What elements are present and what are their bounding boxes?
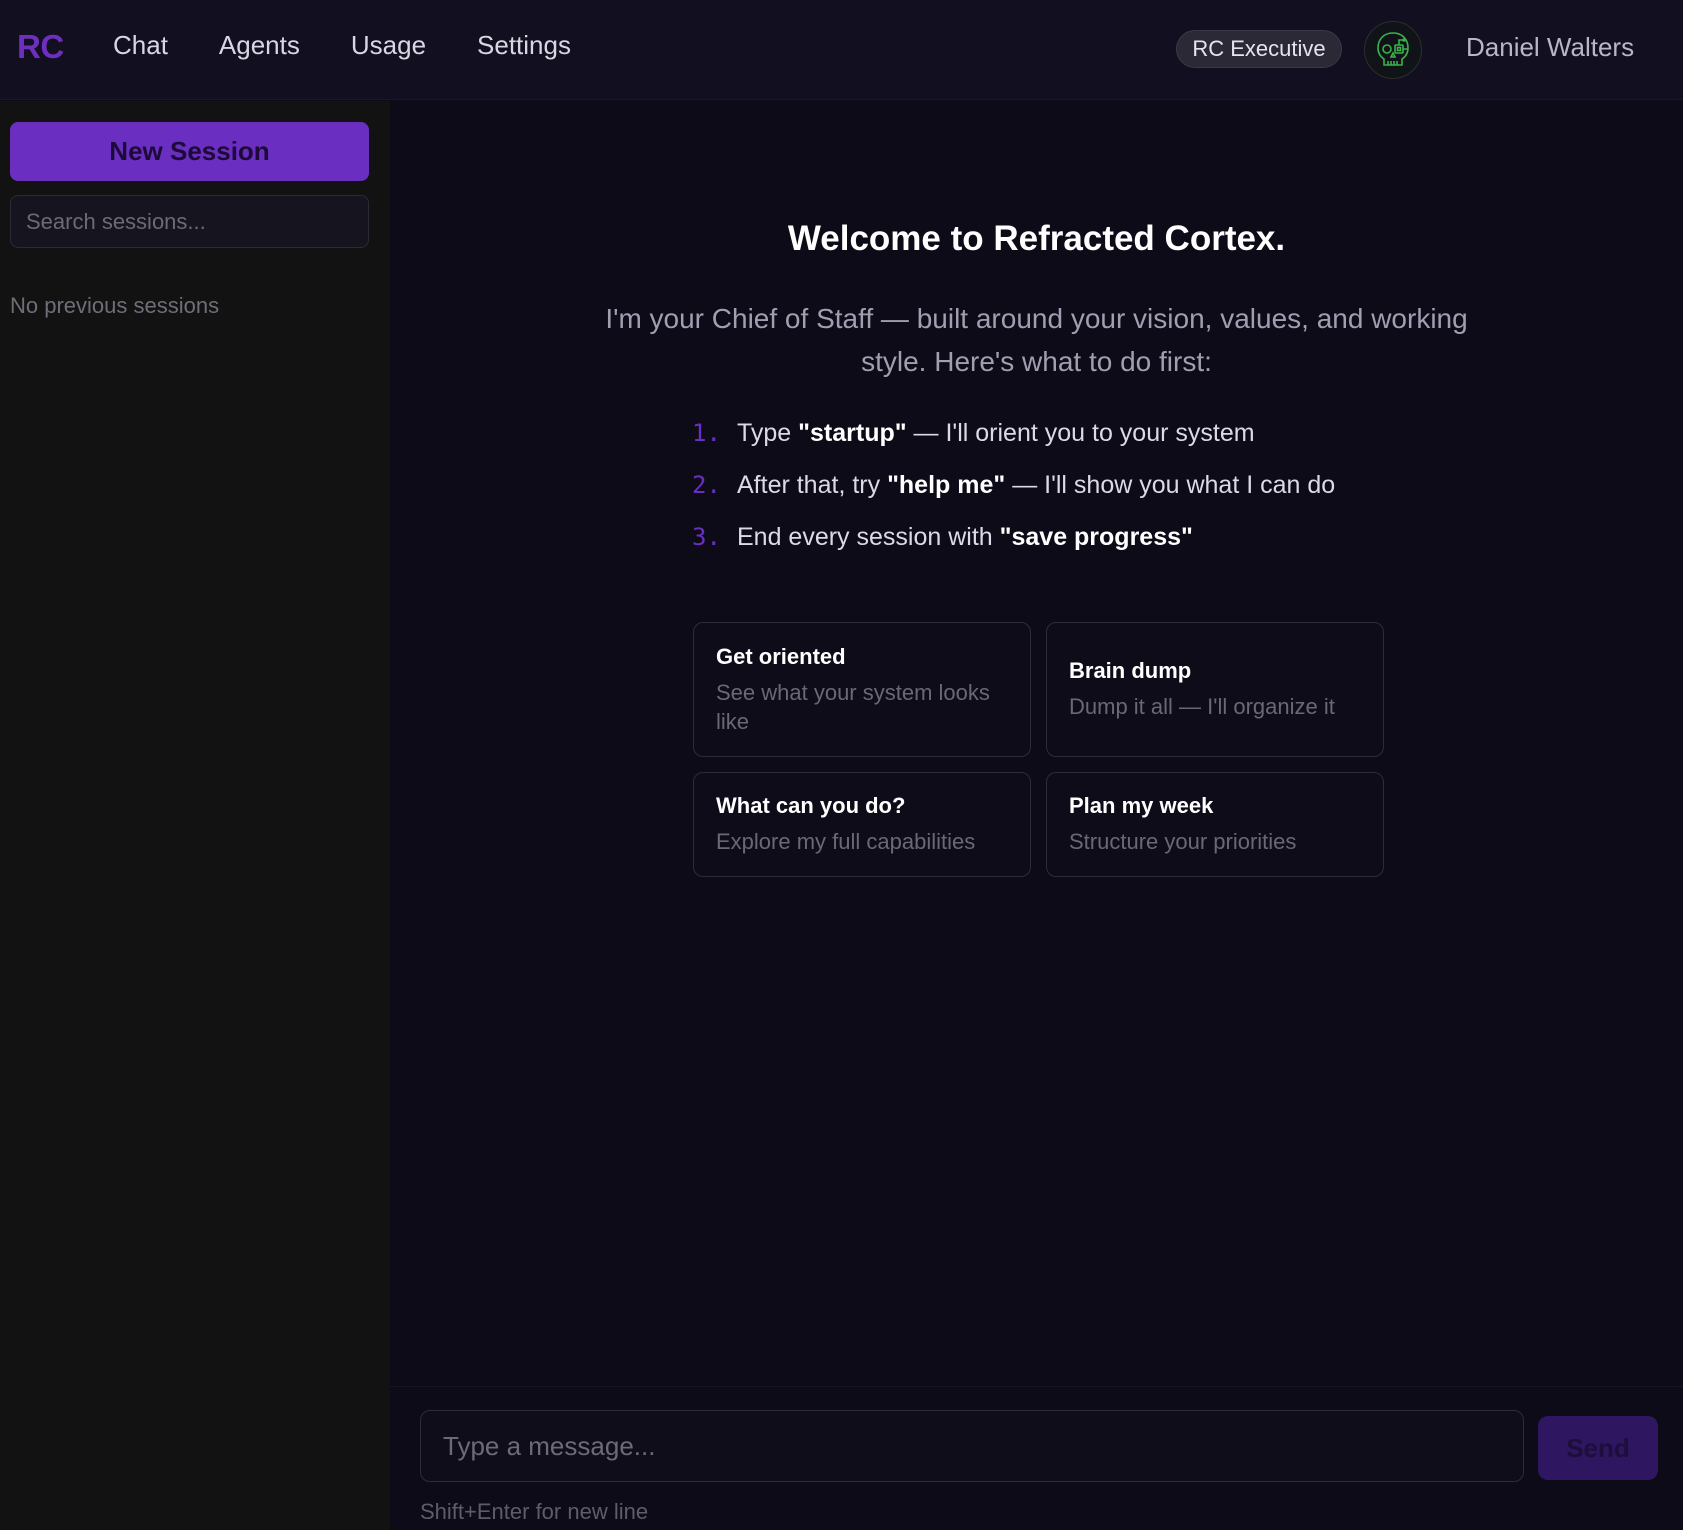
card-description: Structure your priorities [1069,829,1297,854]
step-text: Type [737,419,799,447]
step-keyword: "save progress" [999,523,1193,551]
message-composer: Send Shift+Enter for new line [390,1386,1683,1530]
card-title: Get oriented [716,643,846,669]
welcome-title: Welcome to Refracted Cortex. [787,219,1286,258]
card-title: Brain dump [1069,658,1192,683]
step-item: 1. Type "startup" — I'll orient you to y… [692,419,1335,471]
step-number: 1. [692,419,721,447]
quick-action-plan-my-week[interactable]: Plan my week Structure your priorities [1046,772,1384,877]
step-text: End every session with [737,523,1000,551]
step-keyword: "help me" [887,471,1006,499]
quick-action-brain-dump[interactable]: Brain dump Dump it all — I'll organize i… [1046,622,1384,757]
composer-hint: Shift+Enter for new line [420,1499,649,1524]
card-title: What can you do? [716,793,906,818]
card-description: Dump it all — I'll organize it [1069,694,1335,719]
nav-item-chat[interactable]: Chat [113,30,168,61]
step-number: 3. [692,523,721,551]
main-nav: Chat Agents Usage Settings [113,30,622,61]
avatar[interactable] [1364,21,1422,79]
card-description: See what your system looks like [716,679,990,734]
message-input[interactable] [420,1410,1524,1482]
new-session-button[interactable]: New Session [10,122,369,181]
step-text: — I'll orient you to your system [906,419,1255,447]
step-text: After that, try [737,471,888,499]
card-description: Explore my full capabilities [716,829,976,854]
onboarding-steps: 1. Type "startup" — I'll orient you to y… [692,419,1335,575]
step-text: — I'll show you what I can do [1005,471,1336,499]
nav-item-usage[interactable]: Usage [351,30,426,61]
quick-action-what-can-you-do[interactable]: What can you do? Explore my full capabil… [693,772,1031,877]
step-number: 2. [692,471,721,499]
user-name[interactable]: Daniel Walters [1466,32,1634,63]
step-item: 3. End every session with "save progress… [692,523,1335,575]
step-keyword: "startup" [798,419,907,447]
send-button[interactable]: Send [1538,1416,1658,1480]
search-sessions-input[interactable] [10,195,369,248]
top-navigation-bar: RC Chat Agents Usage Settings RC Executi… [0,0,1683,100]
app-logo[interactable]: RC [17,28,64,66]
sessions-sidebar: New Session No previous sessions [0,101,390,1530]
card-title: Plan my week [1069,793,1214,818]
welcome-subtitle: I'm your Chief of Staff — built around y… [605,303,1468,377]
plan-badge: RC Executive [1176,30,1342,68]
skull-circuit-icon [1377,32,1409,66]
nav-item-agents[interactable]: Agents [219,30,300,61]
quick-action-get-oriented[interactable]: Get oriented See what your system looks … [693,622,1031,757]
chat-main-area: Welcome to Refracted Cortex. I'm your Ch… [390,101,1683,1530]
step-item: 2. After that, try "help me" — I'll show… [692,471,1335,523]
empty-sessions-text: No previous sessions [10,293,220,318]
nav-item-settings[interactable]: Settings [477,30,571,61]
